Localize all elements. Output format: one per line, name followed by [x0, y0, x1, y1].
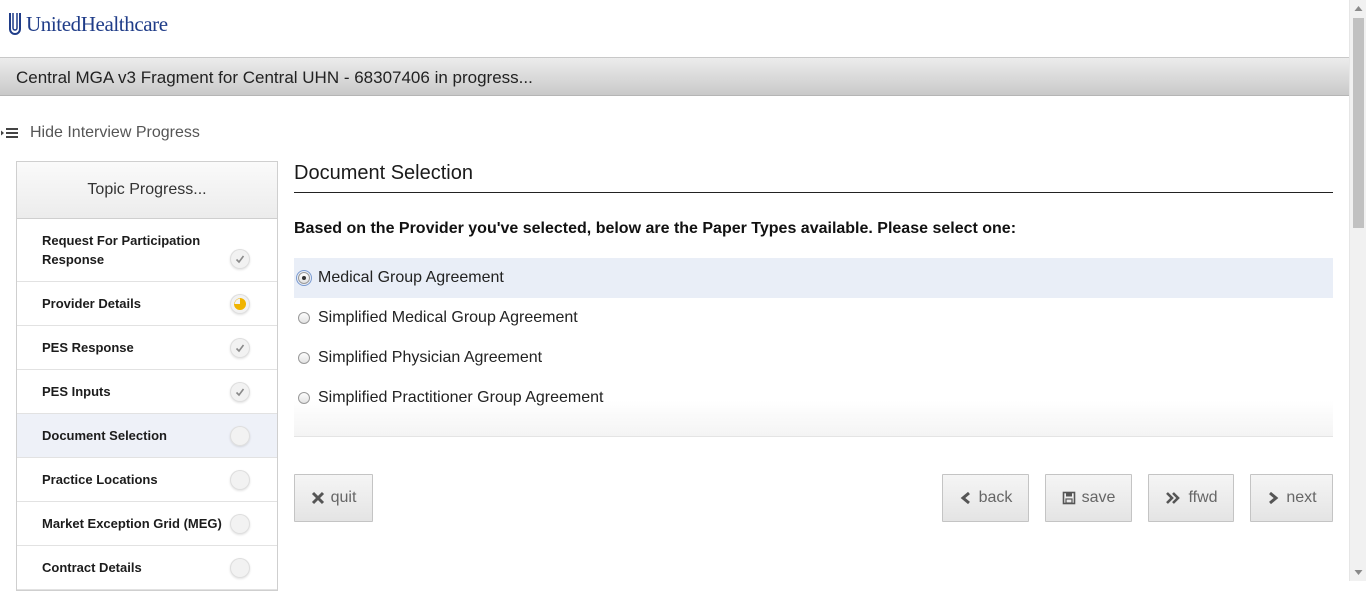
- topic-progress-panel: Topic Progress... Request For Participat…: [16, 161, 278, 591]
- sidebar-item-label: Request For Participation Response: [42, 233, 201, 267]
- close-icon: [311, 491, 324, 505]
- sidebar-item-label: Contract Details: [42, 560, 142, 575]
- brand-logo-icon: [9, 13, 21, 35]
- interview-title: Central MGA v3 Fragment for Central UHN …: [16, 68, 533, 87]
- collapse-list-icon: [1, 128, 18, 138]
- interview-title-bar: Central MGA v3 Fragment for Central UHN …: [0, 58, 1349, 96]
- option-medical-group-agreement[interactable]: Medical Group Agreement: [294, 258, 1333, 298]
- quit-button-label: quit: [330, 489, 357, 506]
- option-label: Medical Group Agreement: [318, 269, 504, 286]
- radio-button[interactable]: [298, 312, 310, 324]
- save-button-label: save: [1081, 489, 1116, 506]
- quit-button[interactable]: quit: [294, 474, 373, 522]
- double-chevron-right-icon: [1166, 492, 1181, 504]
- sidebar-item-market-exception-grid[interactable]: Market Exception Grid (MEG): [17, 502, 277, 546]
- option-label: Simplified Physician Agreement: [318, 349, 543, 366]
- sidebar-item-label: PES Response: [42, 340, 134, 355]
- back-button[interactable]: back: [942, 474, 1029, 522]
- topic-progress-header: Topic Progress...: [17, 162, 277, 219]
- selection-instruction: Based on the Provider you've selected, b…: [294, 220, 1017, 237]
- brand-logo[interactable]: UnitedHealthcare: [8, 10, 168, 38]
- sidebar-item-label: Market Exception Grid (MEG): [42, 516, 222, 531]
- complete-check-icon: [230, 382, 250, 402]
- sidebar-item-label: Provider Details: [42, 296, 141, 311]
- option-simplified-medical-group-agreement[interactable]: Simplified Medical Group Agreement: [294, 298, 1333, 338]
- ffwd-button[interactable]: ffwd: [1148, 474, 1234, 522]
- brand-name: UnitedHealthcare: [26, 11, 168, 36]
- chevron-right-icon: [1269, 491, 1279, 505]
- sidebar-item-label: PES Inputs: [42, 384, 111, 399]
- sidebar-item-label: Practice Locations: [42, 472, 158, 487]
- next-button-label: next: [1286, 489, 1317, 506]
- option-label: Simplified Practitioner Group Agreement: [318, 389, 604, 406]
- sidebar-item-contract-details[interactable]: Contract Details: [17, 546, 277, 590]
- option-simplified-practitioner-group-agreement[interactable]: Simplified Practitioner Group Agreement: [294, 378, 1333, 418]
- sidebar-item-document-selection[interactable]: Document Selection: [17, 414, 277, 458]
- scroll-down-icon[interactable]: [1354, 568, 1363, 577]
- document-selection-section: Document Selection Based on the Provider…: [294, 158, 1333, 437]
- radio-button[interactable]: [298, 392, 310, 404]
- not-started-icon: [230, 470, 250, 490]
- scrollbar-thumb[interactable]: [1353, 18, 1364, 228]
- hide-progress-toggle[interactable]: Hide Interview Progress: [0, 123, 200, 143]
- floppy-disk-icon: [1062, 491, 1075, 505]
- save-button[interactable]: save: [1045, 474, 1132, 522]
- page-title: Document Selection: [294, 158, 1333, 193]
- sidebar-item-pes-response[interactable]: PES Response: [17, 326, 277, 370]
- chevron-left-icon: [960, 491, 970, 505]
- paper-type-options: Medical Group Agreement Simplified Medic…: [294, 258, 1333, 437]
- complete-check-icon: [230, 249, 250, 269]
- sidebar-item-practice-locations[interactable]: Practice Locations: [17, 458, 277, 502]
- radio-button-checked[interactable]: [296, 270, 312, 286]
- option-label: Simplified Medical Group Agreement: [318, 309, 578, 326]
- topic-progress-title: Topic Progress...: [87, 181, 207, 198]
- back-button-label: back: [978, 489, 1013, 506]
- scroll-up-icon[interactable]: [1354, 4, 1363, 13]
- in-progress-icon: [230, 294, 250, 314]
- not-started-icon: [230, 558, 250, 578]
- not-started-icon: [230, 426, 250, 446]
- next-button[interactable]: next: [1250, 474, 1333, 522]
- sidebar-item-request-for-participation[interactable]: Request For Participation Response: [17, 219, 277, 282]
- option-simplified-physician-agreement[interactable]: Simplified Physician Agreement: [294, 338, 1333, 378]
- hide-progress-label: Hide Interview Progress: [30, 124, 200, 141]
- ffwd-button-label: ffwd: [1188, 489, 1218, 506]
- sidebar-item-provider-details[interactable]: Provider Details: [17, 282, 277, 326]
- radio-button[interactable]: [298, 352, 310, 364]
- sidebar-item-pes-inputs[interactable]: PES Inputs: [17, 370, 277, 414]
- app-header: UnitedHealthcare: [0, 0, 1349, 58]
- complete-check-icon: [230, 338, 250, 358]
- sidebar-item-label: Document Selection: [42, 428, 167, 443]
- vertical-scrollbar[interactable]: [1349, 0, 1366, 581]
- not-started-icon: [230, 514, 250, 534]
